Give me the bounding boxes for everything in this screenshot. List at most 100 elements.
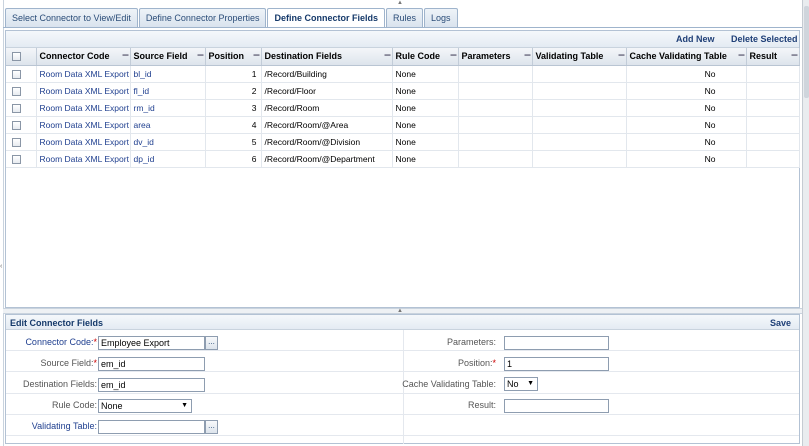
column-menu-icon[interactable]: ▬ bbox=[525, 52, 531, 58]
source-field-input[interactable]: em_id bbox=[98, 357, 205, 371]
rule-code-select[interactable]: None ▼ bbox=[98, 399, 192, 413]
column-header-rule-code[interactable]: Rule Code ▬ bbox=[392, 48, 459, 66]
row-checkbox[interactable] bbox=[12, 137, 21, 147]
cell-result[interactable] bbox=[746, 133, 800, 151]
row-select-cell[interactable] bbox=[6, 150, 37, 168]
add-new-button[interactable]: Add New bbox=[676, 34, 715, 44]
left-splitter-icon[interactable]: ‹ bbox=[0, 262, 3, 272]
cell-rule-code[interactable]: None bbox=[392, 65, 459, 83]
column-header-destination-fields[interactable]: Destination Fields ▬ bbox=[261, 48, 393, 66]
cell-cache-validating-table[interactable]: No bbox=[626, 82, 747, 100]
cell-result[interactable] bbox=[746, 116, 800, 134]
cell-source-field[interactable]: fl_id bbox=[130, 82, 206, 100]
cell-result[interactable] bbox=[746, 150, 800, 168]
cell-connector-code[interactable]: Room Data XML Export bbox=[36, 116, 131, 134]
column-header-source-field[interactable]: Source Field ▬ bbox=[130, 48, 206, 66]
cell-rule-code[interactable]: None bbox=[392, 82, 459, 100]
delete-selected-button[interactable]: Delete Selected bbox=[731, 34, 798, 44]
column-menu-icon[interactable]: ▬ bbox=[123, 52, 129, 58]
row-checkbox[interactable] bbox=[12, 120, 21, 130]
cell-validating-table[interactable] bbox=[532, 82, 627, 100]
cell-rule-code[interactable]: None bbox=[392, 116, 459, 134]
cell-position[interactable]: 4 bbox=[205, 116, 262, 134]
cell-connector-code[interactable]: Room Data XML Export bbox=[36, 99, 131, 117]
column-header-connector-code[interactable]: Connector Code ▬ bbox=[36, 48, 131, 66]
cell-rule-code[interactable]: None bbox=[392, 99, 459, 117]
scrollbar-thumb[interactable] bbox=[804, 6, 809, 98]
cell-destination-fields[interactable]: /Record/Room bbox=[261, 99, 393, 117]
cell-parameters[interactable] bbox=[458, 133, 533, 151]
destination-fields-input[interactable]: em_id bbox=[98, 378, 205, 392]
cell-source-field[interactable]: dv_id bbox=[130, 133, 206, 151]
cell-destination-fields[interactable]: /Record/Room/@Department bbox=[261, 150, 393, 168]
cell-cache-validating-table[interactable]: No bbox=[626, 150, 747, 168]
row-select-cell[interactable] bbox=[6, 116, 37, 134]
cell-validating-table[interactable] bbox=[532, 116, 627, 134]
column-header-parameters[interactable]: Parameters ▬ bbox=[458, 48, 533, 66]
table-row[interactable]: Room Data XML Export rm_id 3/Record/Room No… bbox=[6, 99, 800, 117]
cell-position[interactable]: 3 bbox=[205, 99, 262, 117]
cell-connector-code[interactable]: Room Data XML Export bbox=[36, 150, 131, 168]
cell-position[interactable]: 2 bbox=[205, 82, 262, 100]
column-header-position[interactable]: Position ▬ bbox=[205, 48, 262, 66]
tab-define-connector-fields[interactable]: Define Connector Fields bbox=[267, 8, 385, 28]
row-checkbox[interactable] bbox=[12, 103, 21, 113]
column-menu-icon[interactable]: ▬ bbox=[451, 52, 457, 58]
cell-source-field[interactable]: dp_id bbox=[130, 150, 206, 168]
position-input[interactable]: 1 bbox=[504, 357, 609, 371]
cell-parameters[interactable] bbox=[458, 82, 533, 100]
cell-parameters[interactable] bbox=[458, 65, 533, 83]
cell-result[interactable] bbox=[746, 82, 800, 100]
select-all-checkbox[interactable] bbox=[12, 52, 21, 62]
table-row[interactable]: Room Data XML Export fl_id 2/Record/Floor N… bbox=[6, 82, 800, 100]
cell-parameters[interactable] bbox=[458, 116, 533, 134]
table-row[interactable]: Room Data XML Export area 4/Record/Room/@A… bbox=[6, 116, 800, 134]
cell-rule-code[interactable]: None bbox=[392, 150, 459, 168]
table-row[interactable]: Room Data XML Export dp_id 6/Record/Room/@… bbox=[6, 150, 800, 168]
vertical-scrollbar[interactable] bbox=[802, 0, 809, 446]
row-checkbox[interactable] bbox=[12, 154, 21, 164]
column-menu-icon[interactable]: ▬ bbox=[619, 52, 625, 58]
cell-parameters[interactable] bbox=[458, 99, 533, 117]
cell-source-field[interactable]: area bbox=[130, 116, 206, 134]
cell-source-field[interactable]: bl_id bbox=[130, 65, 206, 83]
column-menu-icon[interactable]: ▬ bbox=[385, 52, 391, 58]
cell-validating-table[interactable] bbox=[532, 150, 627, 168]
result-input[interactable] bbox=[504, 399, 609, 413]
validating-table-lookup-button[interactable]: ... bbox=[205, 420, 218, 434]
cell-validating-table[interactable] bbox=[532, 133, 627, 151]
row-checkbox[interactable] bbox=[12, 69, 21, 79]
cell-position[interactable]: 5 bbox=[205, 133, 262, 151]
cell-validating-table[interactable] bbox=[532, 99, 627, 117]
cell-rule-code[interactable]: None bbox=[392, 133, 459, 151]
column-menu-icon[interactable]: ▬ bbox=[198, 52, 204, 58]
select-all-header[interactable] bbox=[6, 48, 37, 66]
cell-cache-validating-table[interactable]: No bbox=[626, 65, 747, 83]
save-button[interactable]: Save bbox=[770, 318, 791, 328]
cell-position[interactable]: 1 bbox=[205, 65, 262, 83]
cell-destination-fields[interactable]: /Record/Room/@Area bbox=[261, 116, 393, 134]
table-row[interactable]: Room Data XML Export dv_id 5/Record/Room/@… bbox=[6, 133, 800, 151]
table-row[interactable]: Room Data XML Export bl_id 1/Record/Buildi… bbox=[6, 65, 800, 83]
row-select-cell[interactable] bbox=[6, 133, 37, 151]
column-header-validating-table[interactable]: Validating Table ▬ bbox=[532, 48, 627, 66]
tab-select-connector[interactable]: Select Connector to View/Edit bbox=[5, 8, 138, 27]
cell-parameters[interactable] bbox=[458, 150, 533, 168]
tab-rules[interactable]: Rules bbox=[385, 8, 423, 27]
column-menu-icon[interactable]: ▬ bbox=[254, 52, 260, 58]
cell-source-field[interactable]: rm_id bbox=[130, 99, 206, 117]
row-select-cell[interactable] bbox=[6, 65, 37, 83]
cell-connector-code[interactable]: Room Data XML Export bbox=[36, 65, 131, 83]
cell-cache-validating-table[interactable]: No bbox=[626, 133, 747, 151]
row-select-cell[interactable] bbox=[6, 82, 37, 100]
column-menu-icon[interactable]: ▬ bbox=[792, 52, 798, 58]
parameters-input[interactable] bbox=[504, 336, 609, 350]
column-menu-icon[interactable]: ▬ bbox=[739, 52, 745, 58]
cell-destination-fields[interactable]: /Record/Floor bbox=[261, 82, 393, 100]
connector-code-lookup-button[interactable]: ... bbox=[205, 336, 218, 350]
column-header-result[interactable]: Result ▬ bbox=[746, 48, 800, 66]
column-header-cache-validating-table[interactable]: Cache Validating Table ▬ bbox=[626, 48, 747, 66]
cell-position[interactable]: 6 bbox=[205, 150, 262, 168]
cell-destination-fields[interactable]: /Record/Room/@Division bbox=[261, 133, 393, 151]
cell-result[interactable] bbox=[746, 99, 800, 117]
